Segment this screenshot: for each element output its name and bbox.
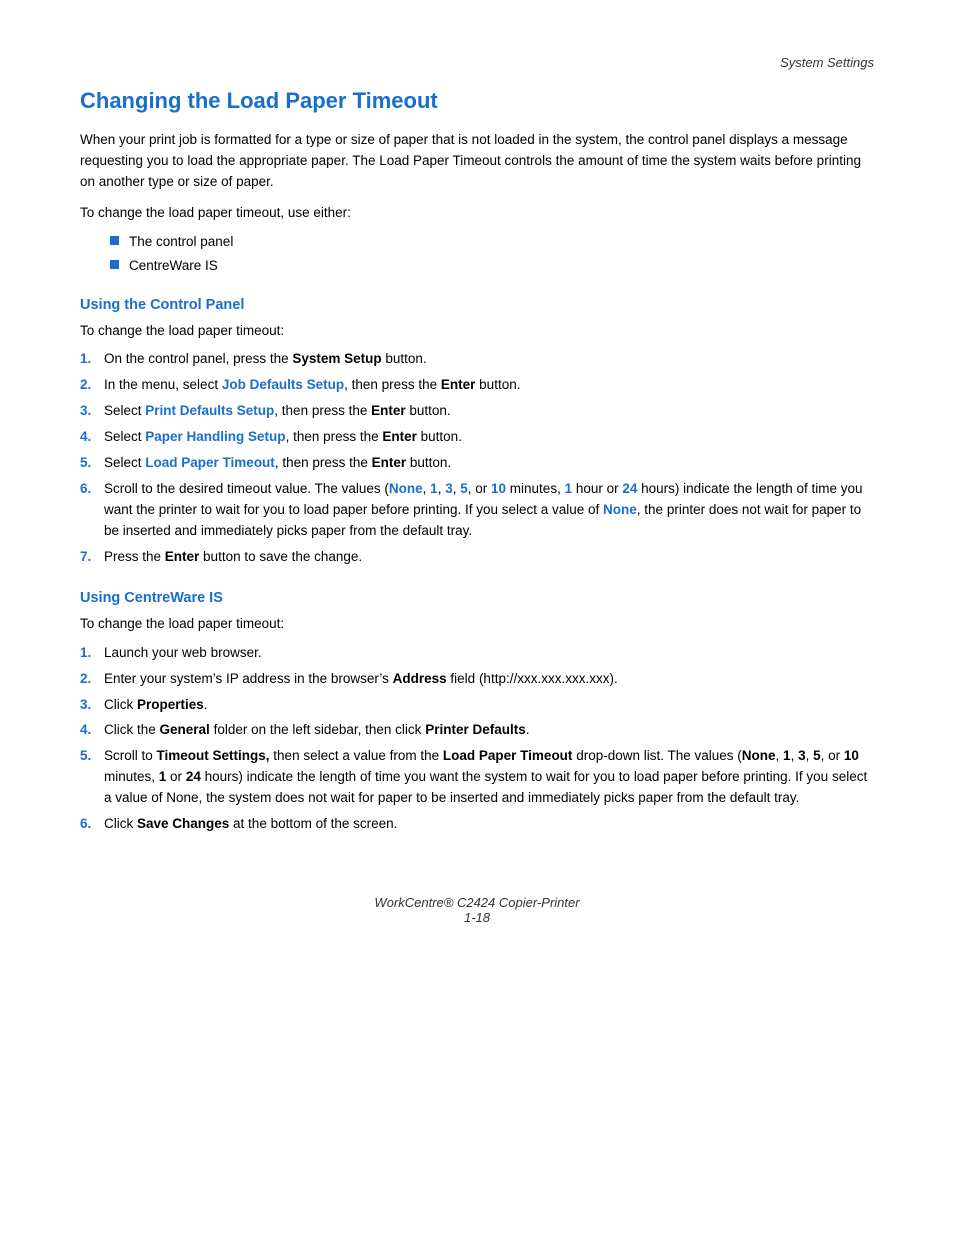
bullet-list: The control panel CentreWare IS xyxy=(110,232,874,277)
section2: Using CentreWare IS To change the load p… xyxy=(80,590,874,835)
bullet-icon xyxy=(110,236,119,245)
bold-text: None xyxy=(742,748,776,763)
table-row: 6. Scroll to the desired timeout value. … xyxy=(80,479,874,542)
page-footer: WorkCentre® C2424 Copier-Printer 1-18 xyxy=(80,895,874,925)
section2-heading: Using CentreWare IS xyxy=(80,590,874,606)
footer-page: 1-18 xyxy=(80,910,874,925)
step-number: 5. xyxy=(80,746,104,767)
bold-text: Properties xyxy=(137,697,204,712)
step-number: 2. xyxy=(80,375,104,396)
list-item: The control panel xyxy=(110,232,874,253)
bold-text: 1 xyxy=(159,769,167,784)
step-number: 4. xyxy=(80,427,104,448)
table-row: 4. Select Paper Handling Setup, then pre… xyxy=(80,427,874,448)
bold-text: 1 xyxy=(783,748,791,763)
bold-blue-text: None xyxy=(603,502,637,517)
footer-product: WorkCentre® C2424 Copier-Printer xyxy=(80,895,874,910)
table-row: 1. Launch your web browser. xyxy=(80,643,874,664)
step-content: Scroll to Timeout Settings, then select … xyxy=(104,746,874,809)
section1: Using the Control Panel To change the lo… xyxy=(80,297,874,568)
step-content: Press the Enter button to save the chang… xyxy=(104,547,874,568)
bold-text: System Setup xyxy=(292,351,381,366)
bold-text: Save Changes xyxy=(137,816,229,831)
intro-paragraph: When your print job is formatted for a t… xyxy=(80,130,874,193)
step-number: 3. xyxy=(80,401,104,422)
bold-blue-text: Load Paper Timeout xyxy=(145,455,275,470)
bold-text: Address xyxy=(393,671,447,686)
section2-steps: 1. Launch your web browser. 2. Enter you… xyxy=(80,643,874,835)
bold-blue-text: Print Defaults Setup xyxy=(145,403,274,418)
bold-text: 24 xyxy=(186,769,201,784)
bold-text: Printer Defaults xyxy=(425,722,526,737)
bold-text: Enter xyxy=(441,377,476,392)
bullet-text: CentreWare IS xyxy=(129,256,218,277)
section1-heading: Using the Control Panel xyxy=(80,297,874,313)
step-number: 1. xyxy=(80,349,104,370)
table-row: 1. On the control panel, press the Syste… xyxy=(80,349,874,370)
step-content: Select Print Defaults Setup, then press … xyxy=(104,401,874,422)
bold-text: Timeout Settings, xyxy=(157,748,270,763)
bold-text: 3 xyxy=(798,748,806,763)
header-label: System Settings xyxy=(780,55,874,70)
section2-intro: To change the load paper timeout: xyxy=(80,614,874,635)
bold-blue-text: 10 xyxy=(491,481,506,496)
bold-blue-text: Paper Handling Setup xyxy=(145,429,285,444)
bold-text: 5 xyxy=(813,748,821,763)
bold-blue-text: 24 xyxy=(622,481,637,496)
table-row: 5. Select Load Paper Timeout, then press… xyxy=(80,453,874,474)
bold-text: Enter xyxy=(165,549,200,564)
step-content: Launch your web browser. xyxy=(104,643,874,664)
table-row: 2. Enter your system’s IP address in the… xyxy=(80,669,874,690)
table-row: 5. Scroll to Timeout Settings, then sele… xyxy=(80,746,874,809)
bullet-icon xyxy=(110,260,119,269)
bullet-text: The control panel xyxy=(129,232,233,253)
table-row: 3. Select Print Defaults Setup, then pre… xyxy=(80,401,874,422)
section1-intro: To change the load paper timeout: xyxy=(80,321,874,342)
step-number: 2. xyxy=(80,669,104,690)
step-number: 6. xyxy=(80,479,104,500)
list-item: CentreWare IS xyxy=(110,256,874,277)
step-content: Click the General folder on the left sid… xyxy=(104,720,874,741)
bold-text: Load Paper Timeout xyxy=(443,748,573,763)
table-row: 7. Press the Enter button to save the ch… xyxy=(80,547,874,568)
use-either-text: To change the load paper timeout, use ei… xyxy=(80,203,874,224)
bold-blue-text: 3 xyxy=(445,481,453,496)
page-header: System Settings xyxy=(80,55,874,70)
step-content: In the menu, select Job Defaults Setup, … xyxy=(104,375,874,396)
bold-text: Enter xyxy=(371,403,406,418)
step-number: 1. xyxy=(80,643,104,664)
section1-steps: 1. On the control panel, press the Syste… xyxy=(80,349,874,567)
bold-blue-text: 1 xyxy=(565,481,573,496)
bold-text: Enter xyxy=(382,429,417,444)
bold-blue-text: Job Defaults Setup xyxy=(222,377,344,392)
page-title: Changing the Load Paper Timeout xyxy=(80,88,874,114)
step-number: 6. xyxy=(80,814,104,835)
step-content: Click Save Changes at the bottom of the … xyxy=(104,814,874,835)
step-content: Select Paper Handling Setup, then press … xyxy=(104,427,874,448)
bold-text: General xyxy=(160,722,210,737)
step-number: 3. xyxy=(80,695,104,716)
step-number: 7. xyxy=(80,547,104,568)
table-row: 4. Click the General folder on the left … xyxy=(80,720,874,741)
table-row: 2. In the menu, select Job Defaults Setu… xyxy=(80,375,874,396)
page: System Settings Changing the Load Paper … xyxy=(0,0,954,1005)
step-content: Select Load Paper Timeout, then press th… xyxy=(104,453,874,474)
step-content: On the control panel, press the System S… xyxy=(104,349,874,370)
bold-blue-text: 1 xyxy=(430,481,438,496)
step-number: 5. xyxy=(80,453,104,474)
table-row: 6. Click Save Changes at the bottom of t… xyxy=(80,814,874,835)
bold-text: 10 xyxy=(844,748,859,763)
bold-blue-text: 5 xyxy=(460,481,468,496)
step-content: Scroll to the desired timeout value. The… xyxy=(104,479,874,542)
step-content: Enter your system’s IP address in the br… xyxy=(104,669,874,690)
bold-blue-text: None xyxy=(389,481,423,496)
bold-text: Enter xyxy=(372,455,407,470)
step-content: Click Properties. xyxy=(104,695,874,716)
step-number: 4. xyxy=(80,720,104,741)
table-row: 3. Click Properties. xyxy=(80,695,874,716)
